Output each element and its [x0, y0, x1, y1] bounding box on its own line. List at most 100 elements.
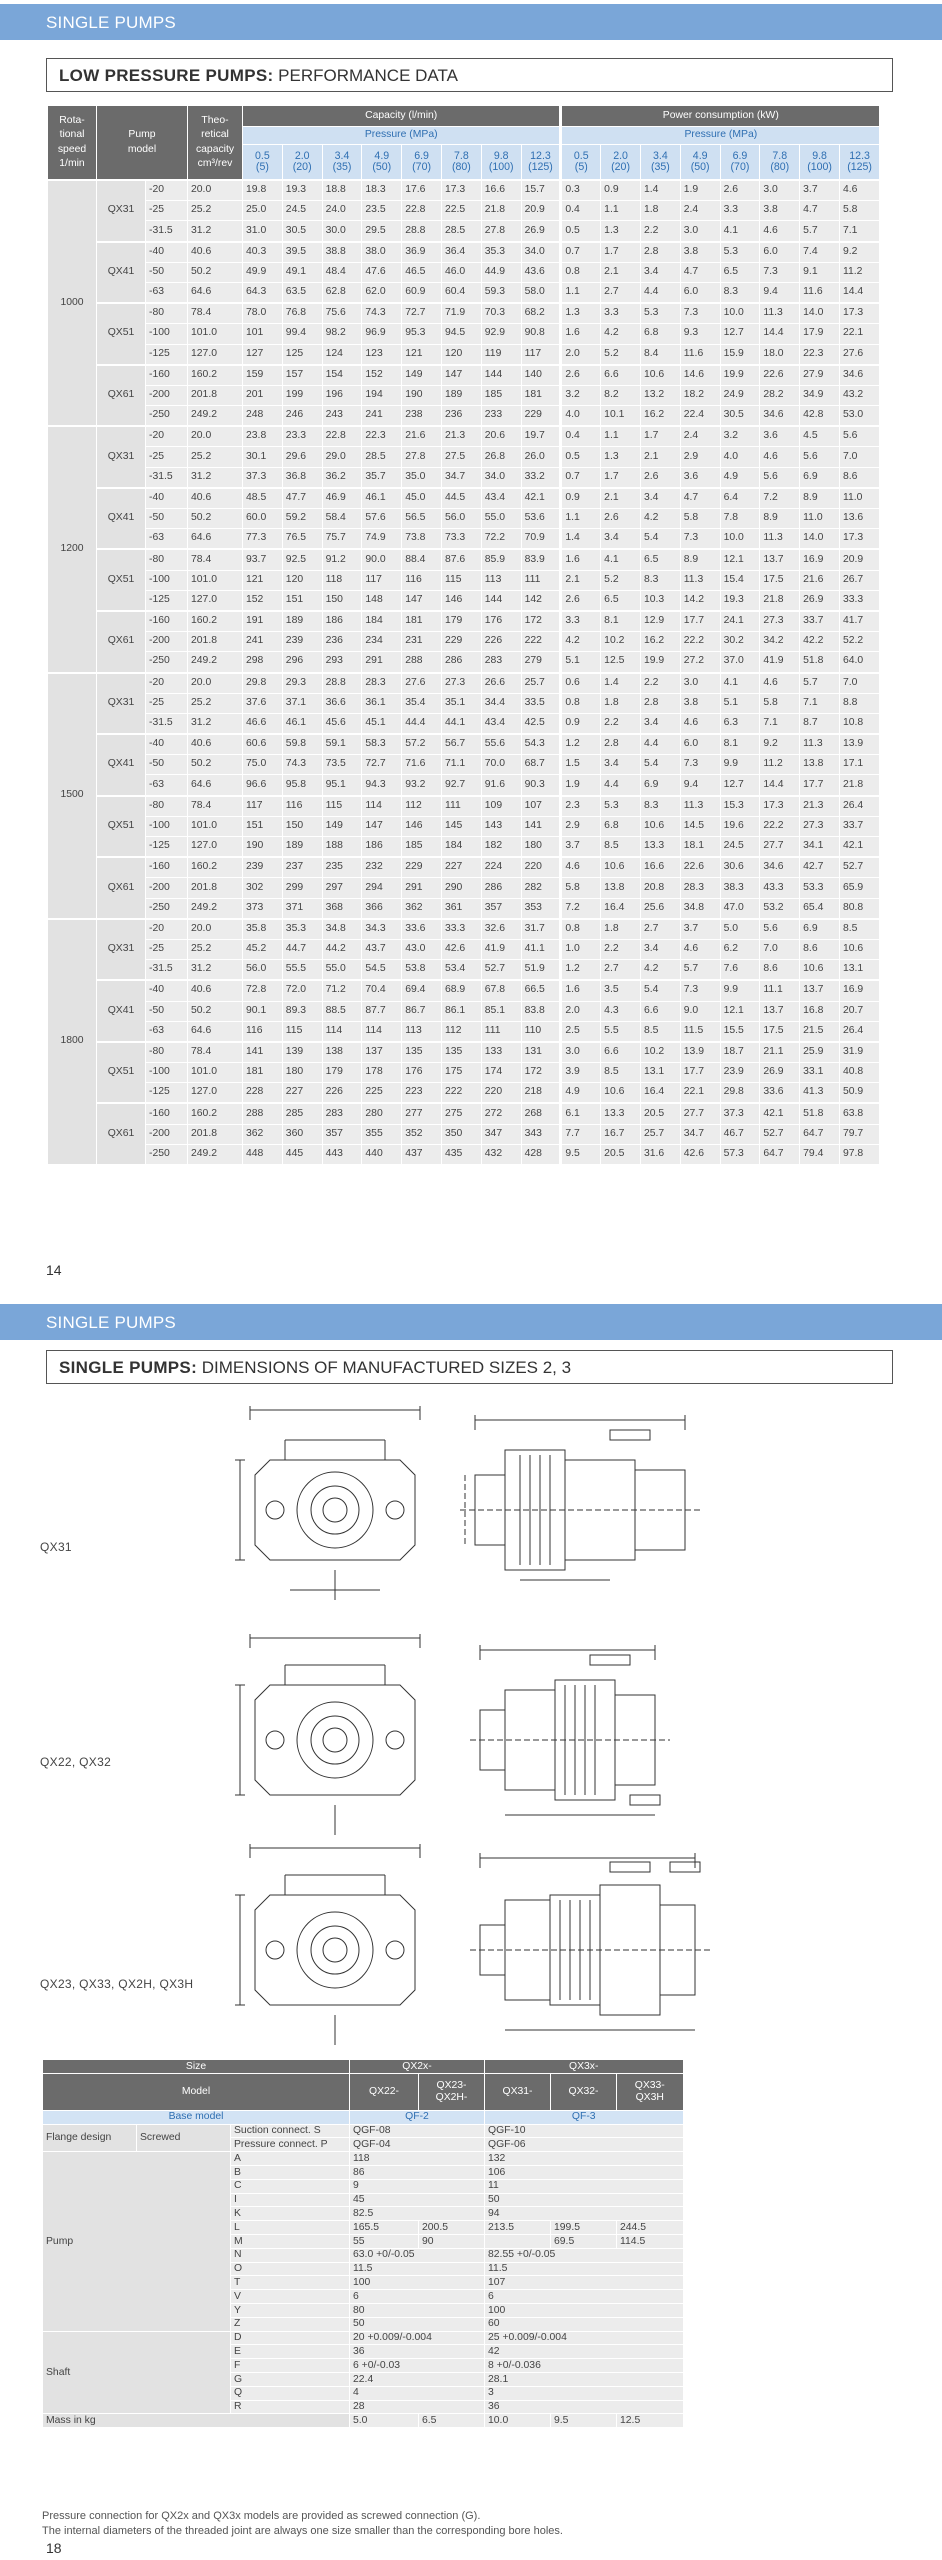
capacity-cell: 115 — [321, 794, 362, 817]
value-cell: 50 — [484, 2193, 683, 2208]
variant-cell: -50 — [145, 754, 188, 776]
power-cell: 13.7 — [759, 1001, 800, 1022]
power-cell: 13.9 — [679, 1040, 721, 1064]
capacity-cell: 30.1 — [242, 446, 283, 468]
theoretical-capacity-cell: 20.0 — [187, 671, 243, 694]
power-cell: 6.0 — [679, 282, 721, 304]
capacity-cell: 62.8 — [321, 282, 362, 304]
power-cell: 17.3 — [838, 302, 880, 325]
power-cell: 4.4 — [639, 282, 681, 304]
value-cell: 50 — [349, 2317, 485, 2332]
variant-cell: -250 — [145, 898, 188, 920]
variant-cell: -160 — [145, 363, 188, 386]
capacity-cell: 60.4 — [440, 282, 482, 304]
theoretical-capacity-cell: 201.8 — [187, 1124, 243, 1145]
param-name: K — [230, 2206, 350, 2222]
power-cell: 3.3 — [600, 302, 641, 325]
variant-cell: -50 — [145, 508, 188, 530]
power-cell: 1.1 — [559, 508, 601, 530]
power-cell: 11.5 — [679, 1021, 721, 1043]
capacity-cell: 74.3 — [361, 302, 402, 325]
capacity-cell: 92.9 — [480, 323, 522, 345]
value-cell: QGF-04 — [349, 2137, 485, 2153]
mass-cell: 6.5 — [418, 2413, 485, 2429]
power-cell: 5.7 — [679, 959, 721, 981]
power-cell: 2.7 — [600, 959, 641, 981]
param-name: E — [230, 2344, 350, 2360]
capacity-cell: 16.6 — [480, 179, 522, 202]
capacity-cell: 112 — [440, 1021, 482, 1043]
capacity-cell: 66.5 — [520, 979, 561, 1002]
capacity-cell: 357 — [480, 898, 522, 920]
power-cell: 7.6 — [719, 959, 760, 981]
power-cell: 10.3 — [639, 590, 681, 612]
power-cell: 34.7 — [679, 1124, 721, 1145]
power-cell: 2.8 — [639, 693, 681, 714]
power-cell: 51.8 — [799, 1102, 840, 1125]
capacity-cell: 144 — [480, 363, 522, 386]
capacity-cell: 40.3 — [242, 240, 283, 263]
power-cell: 21.5 — [799, 1021, 840, 1043]
table-row: -25 25.2 45.2 44.7 44.2 43.7 43.0 42.6 41.9 41.1 1… — [48, 939, 880, 961]
capacity-cell: 362 — [401, 898, 442, 920]
capacity-cell: 28.8 — [321, 671, 362, 694]
variant-cell: -20 — [145, 671, 188, 694]
value-cell: 100 — [484, 2303, 683, 2318]
screwed-label: Screwed — [136, 2124, 231, 2153]
capacity-cell: 280 — [361, 1102, 402, 1125]
capacity-cell: 241 — [242, 631, 283, 653]
param-name: B — [230, 2165, 350, 2180]
capacity-cell: 241 — [361, 405, 402, 427]
capacity-cell: 35.0 — [401, 467, 442, 489]
power-cell: 3.6 — [759, 425, 800, 448]
capacity-cell: 77.3 — [242, 528, 283, 550]
power-cell: 34.6 — [759, 405, 800, 427]
capacity-cell: 22.5 — [440, 200, 482, 222]
capacity-cell: 25.0 — [242, 200, 283, 222]
variant-cell: -80 — [145, 548, 188, 571]
capacity-cell: 37.3 — [242, 467, 283, 489]
pressure-bar: (100) — [807, 161, 832, 173]
power-cell: 4.9 — [559, 1082, 601, 1104]
power-cell: 20.9 — [838, 548, 880, 571]
capacity-cell: 27.3 — [440, 671, 482, 694]
capacity-cell: 93.2 — [401, 774, 442, 797]
theoretical-capacity-cell: 64.6 — [187, 282, 243, 304]
capacity-cell: 143 — [480, 816, 522, 838]
capacity-cell: 35.7 — [361, 467, 402, 489]
power-cell: 3.8 — [679, 240, 721, 263]
power-cell: 28.2 — [759, 385, 800, 407]
capacity-cell: 140 — [520, 363, 561, 386]
capacity-cell: 39.5 — [281, 240, 323, 263]
power-cell: 24.1 — [719, 609, 760, 633]
capacity-cell: 15.7 — [520, 179, 561, 202]
capacity-cell: 223 — [401, 1082, 442, 1104]
value-cell: 4 — [349, 2386, 485, 2401]
table-row: -125 127.0 228 227 226 225 223 222 220 218 4.9 10.6… — [48, 1082, 880, 1104]
power-cell: 7.3 — [679, 979, 721, 1002]
capacity-cell: 55.5 — [281, 959, 323, 981]
power-cell: 1.1 — [600, 200, 641, 222]
capacity-cell: 194 — [361, 385, 402, 407]
variant-cell: -25 — [145, 446, 188, 468]
capacity-cell: 35.3 — [281, 917, 323, 940]
capacity-cell: 41.9 — [480, 939, 522, 961]
power-cell: 65.4 — [799, 898, 840, 920]
power-cell: 1.1 — [559, 282, 601, 304]
capacity-cell: 288 — [242, 1102, 283, 1125]
capacity-cell: 43.4 — [480, 713, 522, 735]
power-cell: 8.9 — [799, 486, 840, 509]
theoretical-capacity-cell: 101.0 — [187, 816, 243, 838]
power-cell: 2.6 — [719, 179, 760, 202]
power-cell: 22.6 — [759, 363, 800, 386]
table-row: 1200 QX31 -20 20.0 23.8 23.3 22.8 22.3 21.6 21.3 2… — [47, 425, 880, 674]
table-row: -63 64.6 64.3 63.5 62.8 62.0 60.9 60.4 59.3 58.0 1… — [48, 282, 880, 304]
capacity-cell: 87.6 — [440, 548, 482, 571]
capacity-cell: 96.6 — [242, 774, 283, 797]
power-cell: 0.4 — [559, 200, 601, 222]
capacity-cell: 117 — [361, 570, 402, 591]
variant-cell: -125 — [145, 344, 188, 366]
theoretical-capacity-cell: 31.2 — [187, 467, 243, 489]
table-row: -25 25.2 25.0 24.5 24.0 23.5 22.8 22.5 21.8 20.9 0… — [48, 200, 880, 222]
capacity-cell: 49.9 — [242, 262, 283, 283]
